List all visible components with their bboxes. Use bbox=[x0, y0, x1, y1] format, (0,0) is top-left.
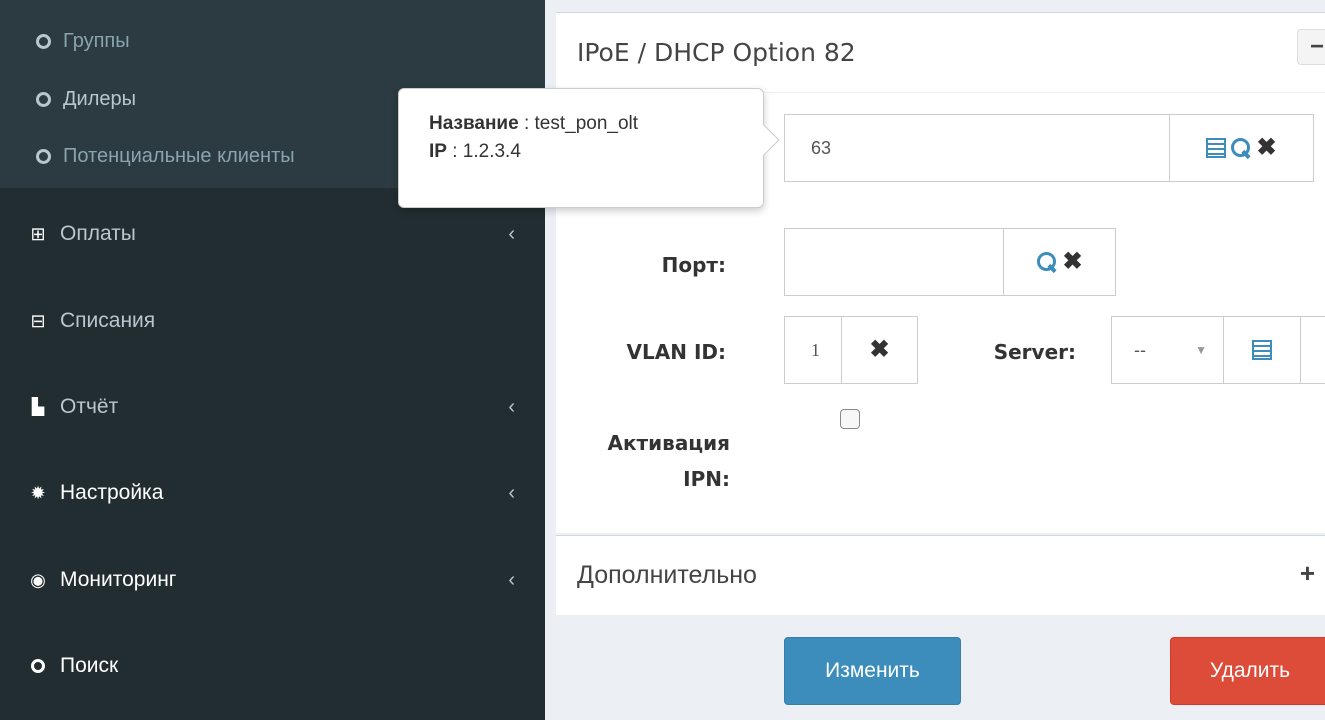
server-list-button[interactable] bbox=[1223, 316, 1301, 384]
tooltip-ip-value: : 1.2.3.4 bbox=[446, 141, 521, 162]
sidebar-item-writeoffs[interactable]: ⊟ Списания bbox=[28, 309, 515, 333]
list-icon bbox=[1252, 340, 1272, 360]
nas-input[interactable]: 63 bbox=[784, 114, 1170, 182]
activation-label-line2: IPN: bbox=[683, 467, 730, 491]
nas-actions: ✖ bbox=[1169, 114, 1314, 182]
sidebar-subitem-label: Потенциальные клиенты bbox=[63, 145, 295, 167]
sidebar-item-report[interactable]: ▙ Отчёт ‹ bbox=[28, 395, 515, 419]
search-icon bbox=[28, 659, 48, 673]
search-icon[interactable] bbox=[1230, 137, 1252, 159]
port-actions: ✖ bbox=[1003, 228, 1116, 296]
dropdown-caret-icon: ▼ bbox=[1195, 343, 1207, 357]
close-icon[interactable]: ✖ bbox=[1062, 250, 1082, 274]
search-icon[interactable] bbox=[1036, 251, 1058, 273]
sidebar-item-label: Оплаты bbox=[60, 222, 136, 245]
circle-icon bbox=[36, 34, 51, 49]
tooltip-ip-key: IP bbox=[429, 141, 447, 162]
sidebar-item-label: Настройка bbox=[60, 481, 164, 504]
sidebar-item-label: Отчёт bbox=[60, 395, 119, 418]
additional-panel: Дополнительно + bbox=[556, 535, 1325, 615]
activation-ipn-checkbox[interactable] bbox=[840, 409, 860, 429]
port-label: Порт: bbox=[661, 253, 726, 277]
delete-button[interactable]: Удалить bbox=[1170, 637, 1325, 705]
activation-label-line1: Активация bbox=[607, 431, 731, 455]
tooltip-name-value: : test_pon_olt bbox=[518, 113, 639, 134]
circle-icon bbox=[36, 92, 51, 107]
sidebar-item-label: Мониторинг bbox=[60, 568, 177, 591]
sidebar-subitem-label: Дилеры bbox=[63, 88, 137, 110]
server-select[interactable]: -- ▼ bbox=[1111, 316, 1224, 384]
server-extra-addon[interactable] bbox=[1300, 316, 1325, 384]
vlan-label: VLAN ID: bbox=[626, 340, 726, 364]
server-select-value: -- bbox=[1134, 339, 1146, 360]
panel-title: IPoE / DHCP Option 82 bbox=[577, 38, 856, 67]
chevron-left-icon: ‹ bbox=[508, 481, 515, 504]
tooltip-name-key: Название bbox=[429, 113, 519, 134]
vlan-input-value: 1 bbox=[811, 339, 820, 360]
bar-chart-icon: ▙ bbox=[31, 399, 45, 416]
minus-square-icon: ⊟ bbox=[30, 310, 46, 331]
expand-button[interactable]: + bbox=[1300, 558, 1315, 589]
gear-icon: ✹ bbox=[30, 482, 46, 503]
vlan-clear[interactable]: ✖ bbox=[841, 316, 918, 384]
sidebar-item-label: Поиск bbox=[60, 654, 119, 677]
nas-input-value: 63 bbox=[811, 137, 832, 158]
tooltip-ip-row: IP : 1.2.3.4 bbox=[429, 141, 763, 163]
circle-icon bbox=[36, 149, 51, 164]
vlan-input[interactable]: 1 bbox=[784, 316, 842, 384]
sidebar-subitem-label: Группы bbox=[63, 30, 130, 52]
additional-panel-title: Дополнительно bbox=[577, 561, 757, 589]
edit-button[interactable]: Изменить bbox=[784, 637, 961, 705]
panel-header: IPoE / DHCP Option 82 − bbox=[556, 13, 1325, 93]
nas-tooltip: Название : test_pon_olt IP : 1.2.3.4 bbox=[398, 88, 780, 208]
eye-icon: ◉ bbox=[30, 569, 46, 590]
close-icon: ✖ bbox=[869, 336, 890, 363]
chevron-left-icon: ‹ bbox=[508, 395, 515, 418]
sidebar-item-monitoring[interactable]: ◉ Мониторинг ‹ bbox=[28, 568, 515, 592]
sidebar-subitem-groups[interactable]: Группы bbox=[36, 30, 130, 53]
tooltip-name-row: Название : test_pon_olt bbox=[429, 113, 763, 135]
sidebar-item-search[interactable]: Поиск bbox=[28, 654, 515, 678]
port-input[interactable] bbox=[784, 228, 1004, 296]
activation-ipn-label: Активация IPN: bbox=[576, 425, 731, 497]
sidebar-item-label: Списания bbox=[60, 309, 156, 332]
sidebar-item-payments[interactable]: ⊞ Оплаты ‹ bbox=[28, 222, 515, 246]
list-icon[interactable] bbox=[1206, 138, 1227, 158]
sidebar-subitem-dealers[interactable]: Дилеры bbox=[36, 88, 136, 111]
server-label: Server: bbox=[993, 340, 1076, 364]
sidebar-subitem-potential-clients[interactable]: Потенциальные клиенты bbox=[36, 145, 295, 168]
close-icon[interactable]: ✖ bbox=[1256, 136, 1276, 160]
collapse-button[interactable]: − bbox=[1297, 29, 1325, 65]
sidebar-item-settings[interactable]: ✹ Настройка ‹ bbox=[28, 481, 515, 505]
plus-square-icon: ⊞ bbox=[30, 223, 46, 244]
chevron-left-icon: ‹ bbox=[508, 222, 515, 245]
chevron-left-icon: ‹ bbox=[508, 568, 515, 591]
